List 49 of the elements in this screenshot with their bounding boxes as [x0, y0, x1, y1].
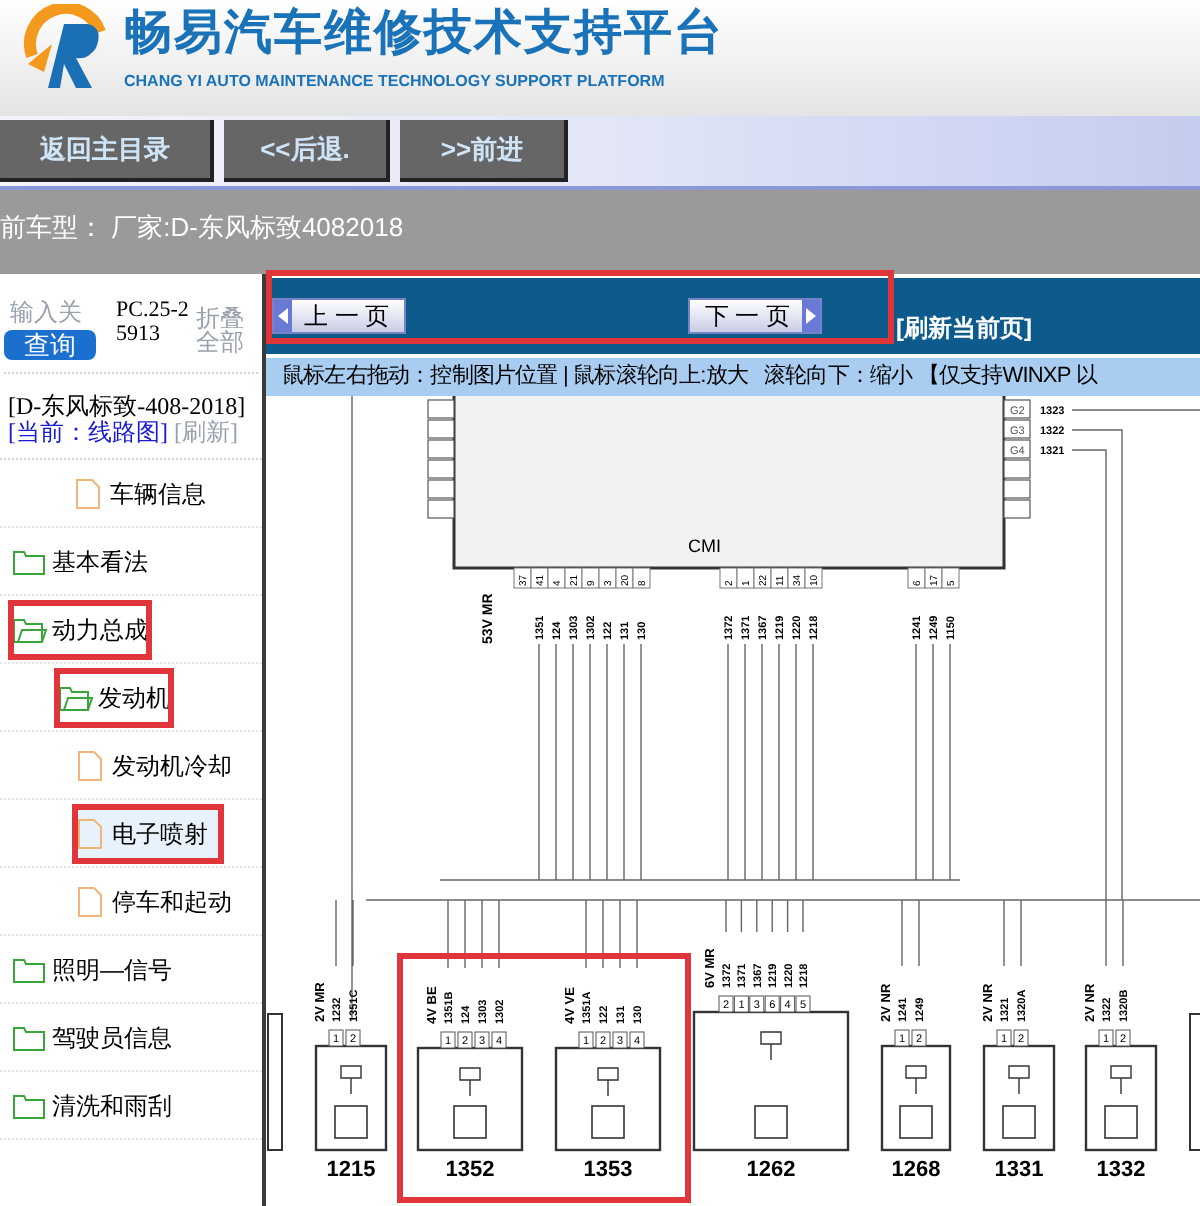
component-outline	[982, 1044, 1056, 1152]
tree-item[interactable]: 照明—信号	[8, 939, 176, 999]
tree-item[interactable]: 动力总成	[8, 599, 152, 659]
module-label: CMI	[688, 536, 721, 556]
component-outline	[314, 1044, 388, 1152]
tree-item[interactable]: 车辆信息	[70, 463, 210, 523]
previous-page-button[interactable]: 上 一 页	[272, 298, 406, 334]
site-title: 畅易汽车维修技术支持平台	[124, 4, 724, 64]
component-outline	[554, 1046, 662, 1152]
component-number: 1215	[326, 1158, 376, 1182]
next-page-button[interactable]: 下 一 页	[688, 298, 822, 334]
vehicle-model-text: 前车型： 厂家:D-东风标致4082018	[0, 212, 404, 242]
folder-icon	[58, 681, 94, 713]
usage-hint-text: 鼠标左右拖动：控制图片位置 | 鼠标滚轮向上:放大 滚轮向下：缩小 【仅支持WINXP 以	[282, 361, 1097, 393]
nav-button[interactable]: >>前进	[400, 120, 568, 182]
folder-icon	[12, 1021, 48, 1053]
vehicle-name-text: [D-东风标致-408-2018]	[8, 392, 246, 420]
component-number: 1332	[1096, 1158, 1146, 1182]
search-label: 输入关	[8, 298, 82, 326]
tree-item[interactable]: 发动机冷却	[72, 735, 236, 795]
component-number: 1352	[445, 1158, 495, 1182]
document-icon	[76, 749, 104, 781]
tree-item[interactable]: 停车和起动	[72, 871, 236, 931]
nav-button[interactable]: 返回主目录	[0, 120, 214, 182]
search-button[interactable]: 查询	[4, 330, 96, 360]
folder-icon	[12, 545, 48, 577]
component-number: 1268	[891, 1158, 941, 1182]
nav-button[interactable]: <<后退.	[224, 120, 390, 182]
component-outline	[880, 1044, 952, 1152]
component-number: 1331	[994, 1158, 1044, 1182]
document-icon	[76, 817, 104, 849]
current-view-link[interactable]: [当前：线路图]	[8, 418, 168, 446]
site-subtitle: CHANG YI AUTO MAINTENANCE TECHNOLOGY SUPPORT PLATFORM	[124, 70, 667, 94]
folder-icon	[12, 1089, 48, 1121]
component-number: 1353	[583, 1158, 633, 1182]
tree-item[interactable]: 驾驶员信息	[8, 1007, 176, 1067]
tree-item[interactable]: 基本看法	[8, 531, 152, 591]
component-outline	[1084, 1044, 1158, 1152]
tree-item[interactable]: 发动机	[54, 667, 174, 727]
refresh-page-link[interactable]: [刷新当前页]	[896, 310, 1032, 346]
folder-icon	[12, 613, 48, 645]
folder-icon	[12, 953, 48, 985]
code-text: PC.25-25913	[116, 298, 191, 350]
document-icon	[74, 477, 102, 509]
tree-item[interactable]: 清洗和雨刮	[8, 1075, 176, 1135]
component-number: 1262	[746, 1158, 796, 1182]
tree-item[interactable]: 电子喷射	[72, 803, 224, 863]
component-outline	[416, 1046, 524, 1152]
document-icon	[76, 885, 104, 917]
